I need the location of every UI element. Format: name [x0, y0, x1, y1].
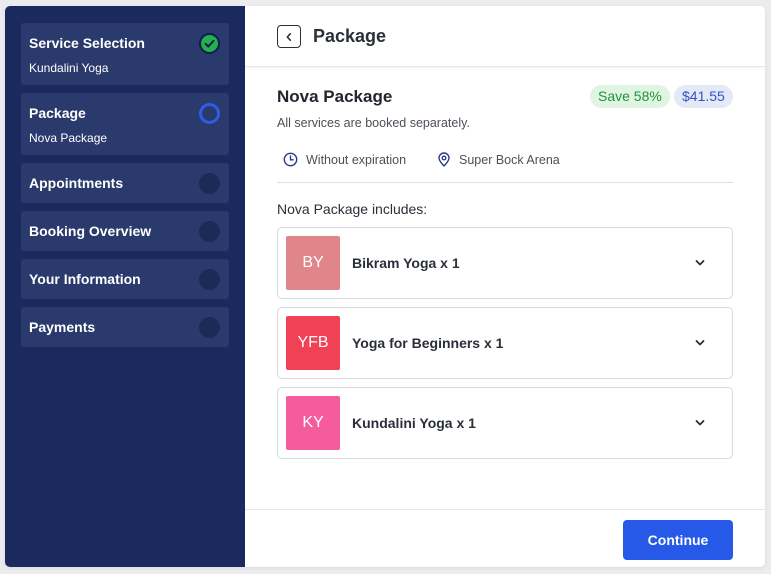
service-card-bikram-yoga[interactable]: BY Bikram Yoga x 1: [277, 227, 733, 299]
service-card-yoga-for-beginners[interactable]: YFB Yoga for Beginners x 1: [277, 307, 733, 379]
step-payments[interactable]: Payments: [21, 307, 229, 347]
pending-step-dot-icon: [199, 317, 220, 338]
step-label: Appointments: [29, 175, 124, 191]
step-package[interactable]: Package Nova Package: [21, 93, 229, 155]
main-panel: Package Nova Package Save 58% $41.55 All…: [245, 6, 765, 567]
package-description: All services are booked separately.: [277, 116, 470, 130]
step-label: Package: [29, 105, 86, 121]
location-info: Super Bock Arena: [437, 152, 560, 167]
back-button[interactable]: [277, 25, 301, 48]
chevron-left-icon: [286, 32, 292, 41]
chevron-down-icon[interactable]: [694, 337, 706, 349]
active-step-ring-icon: [199, 103, 220, 124]
service-initials-avatar: YFB: [286, 316, 340, 370]
clock-icon: [283, 152, 298, 167]
pending-step-dot-icon: [199, 221, 220, 242]
step-your-information[interactable]: Your Information: [21, 259, 229, 299]
location-pin-icon: [438, 152, 450, 167]
service-name: Yoga for Beginners x 1: [352, 335, 504, 351]
includes-heading: Nova Package includes:: [277, 201, 428, 217]
step-label: Booking Overview: [29, 223, 152, 239]
steps-sidebar: Service Selection Kundalini Yoga Package…: [5, 6, 245, 567]
page-title: Package: [313, 26, 387, 46]
step-label: Payments: [29, 319, 96, 335]
package-title: Nova Package: [277, 87, 393, 106]
check-circle-icon: [199, 33, 220, 54]
expiration-text: Without expiration: [306, 152, 407, 167]
service-name: Bikram Yoga x 1: [352, 255, 460, 271]
pending-step-dot-icon: [199, 269, 220, 290]
pending-step-dot-icon: [199, 173, 220, 194]
step-sublabel: Kundalini Yoga: [29, 61, 109, 75]
step-label: Your Information: [29, 271, 141, 287]
page-header: Package: [245, 6, 765, 67]
footer-bar: Continue: [245, 509, 765, 567]
booking-window: Service Selection Kundalini Yoga Package…: [5, 6, 765, 567]
location-text: Super Bock Arena: [459, 152, 560, 167]
step-label: Service Selection: [29, 35, 145, 51]
service-initials-avatar: BY: [286, 236, 340, 290]
step-appointments[interactable]: Appointments: [21, 163, 229, 203]
chevron-down-icon[interactable]: [694, 257, 706, 269]
step-booking-overview[interactable]: Booking Overview: [21, 211, 229, 251]
divider: [277, 182, 733, 183]
step-sublabel: Nova Package: [29, 131, 108, 145]
save-badge: Save 58%: [590, 85, 670, 108]
service-initials-avatar: KY: [286, 396, 340, 450]
step-service-selection[interactable]: Service Selection Kundalini Yoga: [21, 23, 229, 85]
continue-button[interactable]: Continue: [623, 520, 733, 560]
chevron-down-icon[interactable]: [694, 417, 706, 429]
service-name: Kundalini Yoga x 1: [352, 415, 476, 431]
price-badge: $41.55: [674, 85, 733, 108]
service-card-kundalini-yoga[interactable]: KY Kundalini Yoga x 1: [277, 387, 733, 459]
expiration-info: Without expiration: [283, 152, 406, 167]
